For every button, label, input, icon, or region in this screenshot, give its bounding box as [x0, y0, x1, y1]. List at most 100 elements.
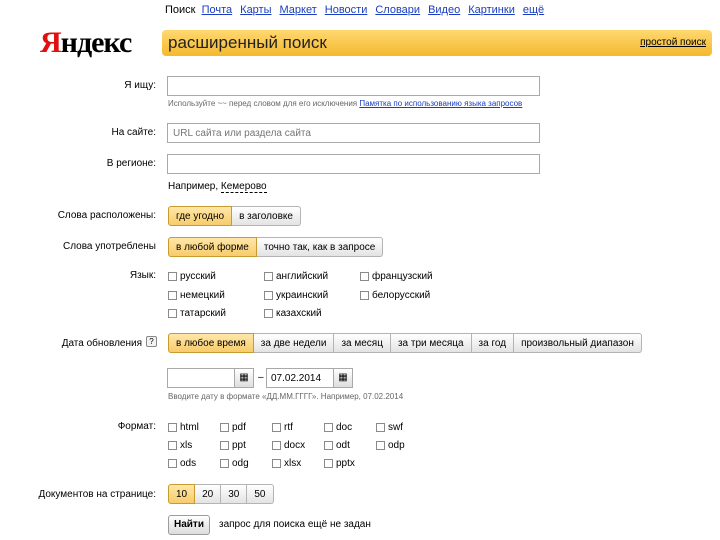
nav-market[interactable]: Маркет — [280, 4, 317, 16]
date-dash: – — [258, 372, 264, 383]
site-input[interactable] — [167, 123, 540, 143]
checkbox-label: белорусский — [372, 290, 431, 301]
format-pdf[interactable]: pdf — [220, 422, 246, 433]
nav-images[interactable]: Картинки — [468, 4, 515, 16]
lang-english[interactable]: английский — [264, 271, 328, 282]
per-page-selector: 10 20 30 50 — [168, 484, 274, 504]
per-page-50[interactable]: 50 — [247, 484, 274, 504]
date-month[interactable]: за месяц — [334, 333, 391, 353]
checkbox-icon[interactable] — [324, 441, 333, 450]
checkbox-icon[interactable] — [220, 423, 229, 432]
format-swf[interactable]: swf — [376, 422, 403, 433]
format-odt[interactable]: odt — [324, 440, 350, 451]
lang-ukrainian[interactable]: украинский — [264, 290, 328, 301]
checkbox-label: docx — [284, 440, 306, 451]
submit-status: запрос для поиска ещё не задан — [219, 519, 371, 530]
lang-german[interactable]: немецкий — [168, 290, 225, 301]
nav-mail[interactable]: Почта — [202, 4, 233, 16]
format-rtf[interactable]: rtf — [272, 422, 293, 433]
logo-first-letter: Я — [40, 26, 62, 59]
checkbox-icon[interactable] — [168, 441, 177, 450]
format-ods[interactable]: ods — [168, 458, 196, 469]
checkbox-label: swf — [388, 422, 403, 433]
simple-search-link[interactable]: простой поиск — [640, 37, 706, 48]
query-hint: Используйте ~~ перед словом для его искл… — [168, 99, 522, 108]
placement-anywhere[interactable]: где угодно — [168, 206, 233, 226]
checkbox-icon[interactable] — [272, 459, 281, 468]
checkbox-icon[interactable] — [220, 441, 229, 450]
checkbox-icon[interactable] — [360, 291, 369, 300]
checkbox-icon[interactable] — [168, 291, 177, 300]
date-two-weeks[interactable]: за две недели — [253, 333, 335, 353]
checkbox-icon[interactable] — [360, 272, 369, 281]
per-page-20[interactable]: 20 — [195, 484, 222, 504]
format-xls[interactable]: xls — [168, 440, 192, 451]
date-three-months[interactable]: за три месяца — [390, 333, 472, 353]
format-odp[interactable]: odp — [376, 440, 405, 451]
checkbox-label: pdf — [232, 422, 246, 433]
top-nav: Поиск Почта Карты Маркет Новости Словари… — [165, 4, 552, 16]
checkbox-icon[interactable] — [168, 272, 177, 281]
checkbox-label: rtf — [284, 422, 293, 433]
nav-news[interactable]: Новости — [325, 4, 368, 16]
checkbox-icon[interactable] — [264, 291, 273, 300]
checkbox-icon[interactable] — [324, 459, 333, 468]
region-input[interactable] — [167, 154, 540, 174]
calendar-to-icon[interactable]: ▦ — [333, 368, 353, 388]
query-label: Я ищу: — [124, 80, 156, 91]
yandex-logo[interactable]: Яндекс — [40, 26, 132, 60]
date-help-icon[interactable]: ? — [146, 336, 157, 347]
find-button[interactable]: Найти — [168, 515, 210, 535]
checkbox-icon[interactable] — [272, 423, 281, 432]
lang-tatar[interactable]: татарский — [168, 308, 226, 319]
date-to-input[interactable] — [266, 368, 334, 388]
format-xlsx[interactable]: xlsx — [272, 458, 301, 469]
checkbox-icon[interactable] — [324, 423, 333, 432]
nav-video[interactable]: Видео — [428, 4, 460, 16]
format-odg[interactable]: odg — [220, 458, 249, 469]
region-example-value[interactable]: Кемерово — [220, 181, 267, 193]
usage-selector: в любой форме точно так, как в запросе — [168, 237, 384, 257]
format-html[interactable]: html — [168, 422, 199, 433]
format-label: Формат: — [117, 421, 156, 432]
date-year[interactable]: за год — [471, 333, 515, 353]
usage-exact[interactable]: точно так, как в запросе — [256, 237, 384, 257]
placement-label: Слова расположены: — [57, 210, 156, 221]
format-docx[interactable]: docx — [272, 440, 305, 451]
checkbox-label: html — [180, 422, 199, 433]
nav-dictionaries[interactable]: Словари — [375, 4, 420, 16]
nav-maps[interactable]: Карты — [240, 4, 271, 16]
nav-more[interactable]: ещё — [523, 4, 544, 16]
site-label: На сайте: — [111, 127, 156, 138]
date-custom-range[interactable]: произвольный диапазон — [514, 333, 642, 353]
checkbox-label: украинский — [276, 290, 329, 301]
checkbox-icon[interactable] — [168, 423, 177, 432]
checkbox-icon[interactable] — [264, 272, 273, 281]
date-from-input[interactable] — [167, 368, 235, 388]
per-page-30[interactable]: 30 — [221, 484, 248, 504]
checkbox-label: ods — [180, 458, 197, 469]
per-page-10[interactable]: 10 — [168, 484, 196, 504]
calendar-from-icon[interactable]: ▦ — [234, 368, 254, 388]
placement-title[interactable]: в заголовке — [232, 206, 301, 226]
checkbox-icon[interactable] — [376, 441, 385, 450]
usage-any-form[interactable]: в любой форме — [168, 237, 257, 257]
query-input[interactable] — [167, 76, 540, 96]
format-pptx[interactable]: pptx — [324, 458, 355, 469]
checkbox-icon[interactable] — [220, 459, 229, 468]
query-hint-text: Используйте ~~ перед словом для его искл… — [168, 99, 358, 108]
checkbox-icon[interactable] — [272, 441, 281, 450]
checkbox-label: английский — [276, 271, 329, 282]
checkbox-icon[interactable] — [376, 423, 385, 432]
lang-belarusian[interactable]: белорусский — [360, 290, 430, 301]
date-any-time[interactable]: в любое время — [168, 333, 254, 353]
checkbox-icon[interactable] — [264, 309, 273, 318]
lang-french[interactable]: французский — [360, 271, 433, 282]
checkbox-icon[interactable] — [168, 309, 177, 318]
query-language-memo-link[interactable]: Памятка по использованию языка запросов — [359, 99, 522, 108]
format-ppt[interactable]: ppt — [220, 440, 246, 451]
checkbox-icon[interactable] — [168, 459, 177, 468]
format-doc[interactable]: doc — [324, 422, 352, 433]
lang-russian[interactable]: русский — [168, 271, 216, 282]
lang-kazakh[interactable]: казахский — [264, 308, 322, 319]
